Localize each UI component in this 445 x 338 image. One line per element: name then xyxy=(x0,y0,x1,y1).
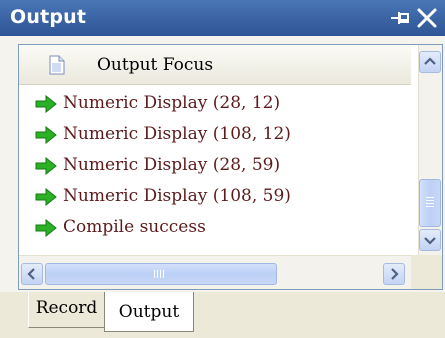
green-arrow-icon xyxy=(35,218,57,238)
close-icon[interactable] xyxy=(415,6,439,30)
list-item-text: Numeric Display (28, 59) xyxy=(63,155,281,175)
list-item[interactable]: Numeric Display (108, 59) xyxy=(19,182,411,212)
scroll-left-button[interactable] xyxy=(21,263,43,285)
output-panel: Output Output Focus Numeric Display (28,… xyxy=(0,0,445,338)
output-focus-label: Output Focus xyxy=(97,55,214,75)
vertical-scrollbar[interactable] xyxy=(418,45,442,255)
chevron-left-icon xyxy=(27,268,35,280)
panel-title: Output xyxy=(10,6,87,28)
horizontal-scrollbar[interactable] xyxy=(19,255,411,289)
scrollbar-corner xyxy=(411,255,442,289)
list-item-text: Compile success xyxy=(63,217,206,237)
panel-titlebar[interactable]: Output xyxy=(0,0,445,36)
list-item-text: Numeric Display (28, 12) xyxy=(63,93,281,113)
horizontal-scroll-thumb[interactable] xyxy=(45,263,277,285)
green-arrow-icon xyxy=(35,125,57,145)
tab-record[interactable]: Record xyxy=(28,292,104,328)
chevron-up-icon xyxy=(424,57,436,65)
green-arrow-icon xyxy=(35,156,57,176)
list-item-text: Numeric Display (108, 59) xyxy=(63,186,291,206)
list-item-text: Numeric Display (108, 12) xyxy=(63,124,291,144)
green-arrow-icon xyxy=(35,94,57,114)
tab-output[interactable]: Output xyxy=(104,292,194,332)
scroll-down-button[interactable] xyxy=(419,229,441,251)
vertical-scroll-thumb[interactable] xyxy=(419,179,441,227)
scroll-right-button[interactable] xyxy=(383,263,405,285)
list-header[interactable]: Output Focus xyxy=(19,45,411,85)
list-item[interactable]: Numeric Display (108, 12) xyxy=(19,120,411,150)
grip-icon xyxy=(154,270,164,278)
list-item[interactable]: Numeric Display (28, 12) xyxy=(19,89,411,119)
list-item[interactable]: Numeric Display (28, 59) xyxy=(19,151,411,181)
chevron-down-icon xyxy=(424,237,436,245)
chevron-right-icon xyxy=(391,268,399,280)
scroll-up-button[interactable] xyxy=(419,51,441,73)
list-item[interactable]: Compile success xyxy=(19,213,411,243)
tab-strip: Record Output xyxy=(0,292,445,338)
output-list: Output Focus Numeric Display (28, 12) Nu… xyxy=(19,45,411,255)
output-content: Output Focus Numeric Display (28, 12) Nu… xyxy=(18,44,443,290)
pin-icon[interactable] xyxy=(389,8,411,28)
document-icon xyxy=(49,55,65,75)
green-arrow-icon xyxy=(35,187,57,207)
grip-icon xyxy=(426,197,434,207)
